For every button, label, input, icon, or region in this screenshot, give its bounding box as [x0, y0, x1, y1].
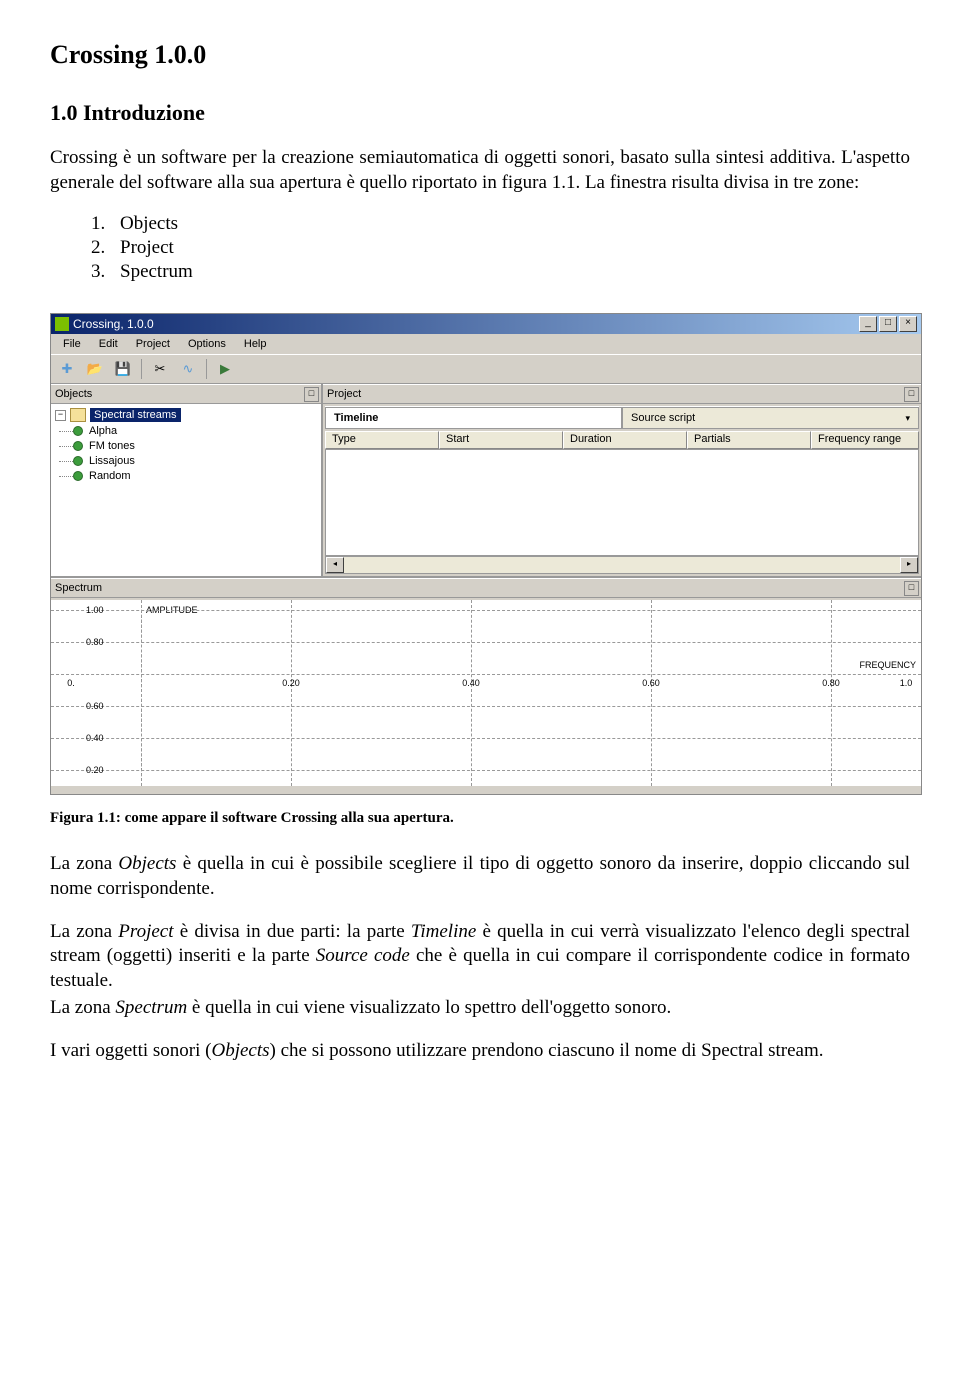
- menu-options[interactable]: Options: [180, 336, 234, 352]
- frequency-label: FREQUENCY: [859, 660, 916, 670]
- panel-title: Spectrum: [55, 582, 102, 594]
- y-tick: 0.60: [86, 701, 104, 711]
- save-button[interactable]: 💾: [111, 357, 135, 381]
- tab-menu-icon[interactable]: ▾: [905, 413, 910, 424]
- tree-item-random[interactable]: Random: [55, 470, 317, 482]
- horizontal-scrollbar[interactable]: ◂ ▸: [325, 556, 919, 574]
- tab-timeline[interactable]: Timeline: [325, 407, 622, 429]
- figure-caption: Figura 1.1: come appare il software Cros…: [50, 810, 910, 827]
- column-partials[interactable]: Partials: [687, 431, 811, 449]
- objects-tree: − Spectral streams Alpha FM tones Lissaj…: [51, 404, 321, 576]
- cut-button[interactable]: ✂: [148, 357, 172, 381]
- tree-item-alpha[interactable]: Alpha: [55, 425, 317, 437]
- y-tick: 0.40: [86, 733, 104, 743]
- bullet-icon: [73, 471, 83, 481]
- toolbar: ✚ 📂 💾 ✂ ∿ ▶: [51, 354, 921, 384]
- objects-panel-header: Objects □: [51, 384, 321, 404]
- y-tick: 0.20: [86, 765, 104, 775]
- folder-icon: [70, 408, 86, 422]
- x-tick: 0.80: [822, 678, 840, 688]
- y-tick: 0.80: [86, 637, 104, 647]
- table-body: [325, 449, 919, 556]
- list-item: Project: [110, 237, 910, 259]
- tree-item-label: FM tones: [89, 440, 135, 452]
- bullet-icon: [73, 441, 83, 451]
- table-header: Type Start Duration Partials Frequency r…: [325, 431, 919, 449]
- doc-title: Crossing 1.0.0: [50, 40, 910, 70]
- separator-icon: [206, 359, 207, 379]
- minimize-button[interactable]: _: [859, 316, 877, 332]
- window-title: Crossing, 1.0.0: [73, 317, 154, 331]
- menu-file[interactable]: File: [55, 336, 89, 352]
- scroll-right-button[interactable]: ▸: [900, 557, 918, 573]
- paragraph-project: La zona Project è divisa in due parti: l…: [50, 920, 910, 994]
- wave-button[interactable]: ∿: [176, 357, 200, 381]
- panel-close-icon[interactable]: □: [304, 387, 319, 402]
- column-type[interactable]: Type: [325, 431, 439, 449]
- project-panel: Project □ Timeline Source script ▾ Type …: [323, 384, 921, 576]
- x-tick: 0.: [67, 678, 75, 688]
- run-button[interactable]: ▶: [213, 357, 237, 381]
- spectrum-panel: Spectrum □ AMPLITUDE FREQUENCY 1.00 0.80…: [51, 576, 921, 788]
- tree-item-label: Alpha: [89, 425, 117, 437]
- panel-close-icon[interactable]: □: [904, 387, 919, 402]
- paragraph-objects: La zona Objects è quella in cui è possib…: [50, 852, 910, 901]
- tree-item-label: Random: [89, 470, 131, 482]
- maximize-button[interactable]: □: [879, 316, 897, 332]
- tree-root-label: Spectral streams: [90, 408, 181, 422]
- collapse-icon[interactable]: −: [55, 410, 66, 421]
- close-button[interactable]: ×: [899, 316, 917, 332]
- intro-paragraph: Crossing è un software per la creazione …: [50, 146, 910, 195]
- x-tick: 1.0: [900, 678, 913, 688]
- section-heading: 1.0 Introduzione: [50, 100, 910, 126]
- list-item: Objects: [110, 213, 910, 235]
- menubar: File Edit Project Options Help: [51, 334, 921, 354]
- tab-label: Source script: [631, 412, 695, 424]
- app-screenshot: Crossing, 1.0.0 _ □ × File Edit Project …: [50, 313, 922, 795]
- menu-edit[interactable]: Edit: [91, 336, 126, 352]
- objects-panel: Objects □ − Spectral streams Alpha FM to…: [51, 384, 323, 576]
- paragraph-summary: I vari oggetti sonori (Objects) che si p…: [50, 1039, 910, 1064]
- x-tick: 0.60: [642, 678, 660, 688]
- panel-title: Objects: [55, 388, 92, 400]
- column-freqrange[interactable]: Frequency range: [811, 431, 919, 449]
- bullet-icon: [73, 426, 83, 436]
- x-tick: 0.40: [462, 678, 480, 688]
- tab-label: Timeline: [334, 412, 378, 424]
- tree-item-fmtones[interactable]: FM tones: [55, 440, 317, 452]
- list-item: Spectrum: [110, 261, 910, 283]
- bullet-icon: [73, 456, 83, 466]
- panel-close-icon[interactable]: □: [904, 581, 919, 596]
- new-button[interactable]: ✚: [55, 357, 79, 381]
- project-tabs: Timeline Source script ▾: [325, 406, 919, 429]
- menu-help[interactable]: Help: [236, 336, 275, 352]
- y-tick: 1.00: [86, 605, 104, 615]
- zones-list: Objects Project Spectrum: [110, 213, 910, 283]
- tree-item-label: Lissajous: [89, 455, 135, 467]
- separator-icon: [141, 359, 142, 379]
- menu-project[interactable]: Project: [128, 336, 178, 352]
- paragraph-spectrum: La zona Spectrum è quella in cui viene v…: [50, 996, 910, 1021]
- spectrum-panel-header: Spectrum □: [51, 578, 921, 598]
- tab-source[interactable]: Source script ▾: [622, 407, 919, 429]
- titlebar: Crossing, 1.0.0 _ □ ×: [51, 314, 921, 334]
- spectrum-plot: AMPLITUDE FREQUENCY 1.00 0.80 0.60 0.40 …: [51, 600, 921, 786]
- project-panel-header: Project □: [323, 384, 921, 404]
- scroll-left-button[interactable]: ◂: [326, 557, 344, 573]
- x-tick: 0.20: [282, 678, 300, 688]
- column-duration[interactable]: Duration: [563, 431, 687, 449]
- column-start[interactable]: Start: [439, 431, 563, 449]
- tree-root[interactable]: − Spectral streams: [55, 408, 317, 422]
- panel-title: Project: [327, 388, 361, 400]
- tree-item-lissajous[interactable]: Lissajous: [55, 455, 317, 467]
- app-icon: [55, 317, 69, 331]
- open-button[interactable]: 📂: [83, 357, 107, 381]
